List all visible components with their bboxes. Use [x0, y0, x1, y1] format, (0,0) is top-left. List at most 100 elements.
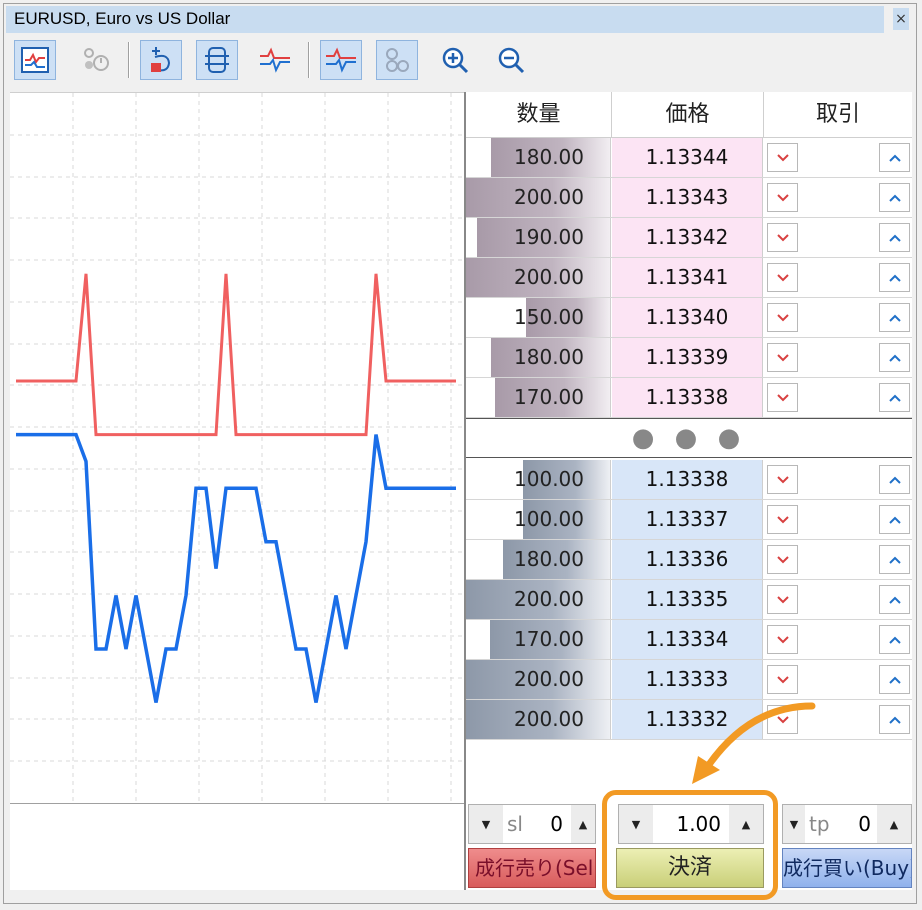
one-click-trading-button[interactable] [140, 40, 182, 80]
volume-value: 200.00 [514, 707, 584, 731]
volume-value: 200.00 [514, 265, 584, 289]
price-cell[interactable]: 1.13336 [612, 540, 763, 579]
volume-value: 100.00 [514, 467, 584, 491]
sell-limit-button[interactable] [767, 143, 798, 172]
volume-value: 200.00 [514, 185, 584, 209]
tp-decrease-button[interactable]: ▼ [783, 805, 805, 843]
sell-limit-button[interactable] [767, 263, 798, 292]
triangle-down-icon: ▼ [481, 817, 491, 831]
sell-limit-button[interactable] [767, 383, 798, 412]
volume-value: 200.00 [514, 667, 584, 691]
sell-limit-button[interactable] [767, 585, 798, 614]
buy-limit-button[interactable] [879, 625, 910, 654]
price-cell[interactable]: 1.13343 [612, 178, 763, 217]
ticks-chart-button[interactable] [254, 40, 296, 80]
tp-increase-button[interactable]: ▲ [877, 805, 911, 843]
volume-cell: 200.00 [466, 178, 611, 217]
price-cell[interactable]: 1.13339 [612, 338, 763, 377]
chevron-down-icon [776, 715, 789, 723]
zoom-in-button[interactable] [434, 40, 476, 80]
ask-price-line [16, 273, 456, 437]
chevron-down-icon [776, 635, 789, 643]
tick-chart-svg [10, 93, 464, 803]
volume-control: ▼ 1.00 ▲ [618, 804, 764, 844]
chevron-down-icon [776, 153, 789, 161]
price-cell[interactable]: 1.13338 [612, 378, 763, 417]
sell-limit-button[interactable] [767, 343, 798, 372]
sell-limit-button[interactable] [767, 223, 798, 252]
sl-increase-button[interactable]: ▲ [571, 805, 595, 843]
sell-limit-button[interactable] [767, 303, 798, 332]
zoom-out-icon [498, 47, 525, 74]
buy-limit-button[interactable] [879, 383, 910, 412]
price-cell[interactable]: 1.13334 [612, 620, 763, 659]
chart-bottom-divider [10, 803, 464, 804]
chevron-down-icon [776, 233, 789, 241]
price-cell[interactable]: 1.13335 [612, 580, 763, 619]
volume-cell: 170.00 [466, 620, 611, 659]
volume-cell: 200.00 [466, 700, 611, 739]
sell-market-button[interactable]: 成行売り(Sell) [468, 848, 596, 888]
buy-limit-button[interactable] [879, 223, 910, 252]
take-profit-control: ▼ tp 0 ▲ [782, 804, 912, 844]
sell-limit-button[interactable] [767, 705, 798, 734]
stop-loss-control: ▼ sl 0 ▲ [468, 804, 596, 844]
chevron-down-icon [776, 595, 789, 603]
sell-limit-button[interactable] [767, 545, 798, 574]
ask-row: 170.00 1.13338 [466, 378, 912, 418]
buy-limit-button[interactable] [879, 505, 910, 534]
triangle-up-icon: ▲ [578, 817, 588, 831]
sl-input[interactable]: sl 0 [505, 805, 569, 843]
volume-value: 180.00 [514, 345, 584, 369]
buy-market-button[interactable]: 成行買い(Buy) [782, 848, 912, 888]
buy-limit-button[interactable] [879, 183, 910, 212]
buy-limit-button[interactable] [879, 585, 910, 614]
price-cell[interactable]: 1.13342 [612, 218, 763, 257]
buy-limit-button[interactable] [879, 143, 910, 172]
price-column-header: 価格 [612, 92, 764, 138]
sell-limit-button[interactable] [767, 665, 798, 694]
volume-decrease-button[interactable]: ▼ [619, 805, 653, 843]
bubbles-button[interactable] [376, 40, 418, 80]
sell-limit-button[interactable] [767, 183, 798, 212]
buy-limit-button[interactable] [879, 465, 910, 494]
price-cell[interactable]: 1.13344 [612, 138, 763, 177]
price-cell[interactable]: 1.13340 [612, 298, 763, 337]
tick-chart[interactable] [10, 92, 464, 890]
buy-limit-button[interactable] [879, 545, 910, 574]
volume-value: 200.00 [514, 587, 584, 611]
sl-decrease-button[interactable]: ▼ [469, 805, 503, 843]
close-icon[interactable]: × [893, 8, 909, 30]
buy-limit-button[interactable] [879, 343, 910, 372]
price-cell[interactable]: 1.13341 [612, 258, 763, 297]
toolbar [6, 36, 914, 84]
volume-input[interactable]: 1.00 [655, 805, 727, 843]
volume-value: 100.00 [514, 507, 584, 531]
auto-trading-button[interactable] [74, 40, 116, 80]
price-cell[interactable]: 1.13332 [612, 700, 763, 739]
buy-limit-button[interactable] [879, 665, 910, 694]
buy-limit-button[interactable] [879, 303, 910, 332]
bid-row: 200.00 1.13335 [466, 580, 912, 620]
volume-increase-button[interactable]: ▲ [729, 805, 763, 843]
price-cell[interactable]: 1.13337 [612, 500, 763, 539]
trade-column-header: 取引 [764, 92, 912, 138]
tick-line-button[interactable] [320, 40, 362, 80]
zoom-out-button[interactable] [490, 40, 532, 80]
price-cell[interactable]: 1.13333 [612, 660, 763, 699]
buy-limit-button[interactable] [879, 263, 910, 292]
price-cell[interactable]: 1.13338 [612, 460, 763, 499]
depth-of-market-button[interactable] [196, 40, 238, 80]
sell-limit-button[interactable] [767, 505, 798, 534]
sell-limit-button[interactable] [767, 625, 798, 654]
tick-line-icon [326, 47, 356, 73]
chart-button[interactable] [14, 40, 56, 80]
volume-cell: 170.00 [466, 378, 611, 417]
buy-limit-button[interactable] [879, 705, 910, 734]
close-position-button[interactable]: 決済 [616, 848, 764, 888]
tp-input[interactable]: tp 0 [807, 805, 877, 843]
sell-limit-button[interactable] [767, 465, 798, 494]
sl-value: 0 [550, 812, 563, 836]
triangle-up-icon: ▲ [741, 817, 751, 831]
chevron-down-icon [776, 475, 789, 483]
